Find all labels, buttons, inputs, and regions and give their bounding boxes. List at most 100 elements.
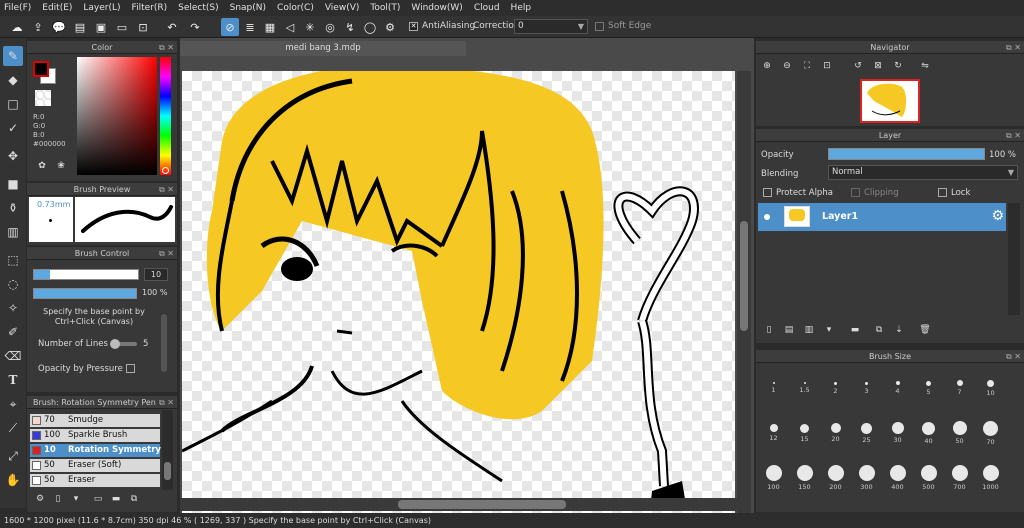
- layer-opacity-slider[interactable]: [828, 148, 985, 160]
- folder-icon[interactable]: ▬: [848, 323, 862, 337]
- menu-color[interactable]: Color(C): [277, 3, 314, 13]
- panel-popout-icon[interactable]: ⧉ ✕: [159, 396, 174, 409]
- foreground-color-swatch[interactable]: [33, 61, 49, 77]
- blending-select[interactable]: Normal ▼: [828, 165, 1018, 180]
- brush-settings-icon[interactable]: ⚙: [33, 492, 47, 506]
- eraser-icon[interactable]: ◆: [3, 70, 23, 90]
- rect-icon[interactable]: □: [3, 94, 23, 114]
- menu-view[interactable]: View(V): [325, 3, 360, 13]
- panel-popout-icon[interactable]: ⧉ ✕: [159, 183, 174, 196]
- undo-icon[interactable]: ↶: [163, 18, 181, 36]
- brush-size-option[interactable]: 200: [822, 458, 849, 498]
- brush-item[interactable]: 100 Sparkle Brush: [30, 429, 160, 442]
- select-icon[interactable]: ⬚: [3, 250, 23, 270]
- layer-scrollbar[interactable]: [1008, 203, 1020, 315]
- delete-layer-icon[interactable]: 🗑: [918, 323, 932, 337]
- brush-size-option[interactable]: 150: [791, 458, 818, 498]
- brush-size-option[interactable]: 400: [884, 458, 911, 498]
- brush-item[interactable]: 70 Smudge: [30, 414, 160, 427]
- grid-snap-icon[interactable]: ▦: [261, 18, 279, 36]
- document-tab[interactable]: medi bang 3.mdp: [180, 41, 466, 56]
- folder-icon[interactable]: ▬: [109, 492, 123, 506]
- brush-size-option[interactable]: 4: [884, 368, 911, 408]
- horizontal-scrollbar[interactable]: [180, 498, 751, 511]
- protect-alpha-checkbox[interactable]: [763, 188, 772, 197]
- brush-size-option[interactable]: 20: [822, 413, 849, 453]
- gradient-icon[interactable]: ▥: [3, 222, 23, 242]
- zoom-in-icon[interactable]: ⊕: [760, 59, 774, 73]
- select-eraser-icon[interactable]: ⌫: [3, 346, 23, 366]
- vertical-scrollbar-thumb[interactable]: [740, 221, 748, 331]
- menu-layer[interactable]: Layer(L): [83, 3, 120, 13]
- navigator-thumbnail[interactable]: [860, 79, 920, 123]
- menu-window[interactable]: Window(W): [411, 3, 462, 13]
- panel-popout-icon[interactable]: ⧉ ✕: [1006, 129, 1021, 142]
- saturation-value-field[interactable]: [77, 57, 157, 175]
- panel-popout-icon[interactable]: ⧉ ✕: [1006, 41, 1021, 54]
- opacity-pressure-checkbox[interactable]: [126, 364, 135, 373]
- brush-list-scrollbar[interactable]: [162, 410, 173, 490]
- lock-checkbox[interactable]: [938, 188, 947, 197]
- brush-opacity-slider[interactable]: [33, 288, 137, 299]
- duplicate-layer-icon[interactable]: ⧉: [872, 323, 886, 337]
- gear-icon[interactable]: ⚙: [381, 18, 399, 36]
- magic-wand-icon[interactable]: ✧: [3, 298, 23, 318]
- cloud-icon[interactable]: ☁: [8, 18, 26, 36]
- zoom-out-icon[interactable]: ⊖: [780, 59, 794, 73]
- fill-icon[interactable]: ■: [3, 174, 23, 194]
- correction-select[interactable]: 0 ▼: [514, 19, 588, 34]
- panel-popout-icon[interactable]: ⧉ ✕: [159, 247, 174, 260]
- brush-list-scrollbar-thumb[interactable]: [164, 462, 171, 480]
- brush-control-scrollbar[interactable]: [161, 314, 167, 372]
- brush-size-option[interactable]: 300: [853, 458, 880, 498]
- brush-item[interactable]: 50 Eraser: [30, 474, 160, 487]
- parallel-snap-icon[interactable]: ≣: [241, 18, 259, 36]
- palette-icon[interactable]: ✿: [35, 159, 49, 173]
- brush-size-option[interactable]: 70: [977, 413, 1004, 453]
- new-halftone-layer-icon[interactable]: ▤: [782, 323, 796, 337]
- menu-snap[interactable]: Snap(N): [230, 3, 266, 13]
- transform-icon[interactable]: ⊡: [134, 18, 152, 36]
- circle-snap-icon[interactable]: ◯: [361, 18, 379, 36]
- pen-icon[interactable]: ✓: [3, 118, 23, 138]
- brush-size-option[interactable]: 50: [946, 413, 973, 453]
- menu-file[interactable]: File(F): [4, 3, 31, 13]
- move-icon[interactable]: ✥: [3, 146, 23, 166]
- new-layer-icon[interactable]: ▯: [762, 323, 776, 337]
- redo-icon[interactable]: ↷: [186, 18, 204, 36]
- lines-slider-handle[interactable]: [110, 339, 120, 349]
- brush-size-option[interactable]: 2: [822, 368, 849, 408]
- rotate-left-icon[interactable]: ↺: [851, 59, 865, 73]
- panel-popout-icon[interactable]: ⧉ ✕: [159, 41, 174, 54]
- panel-popout-icon[interactable]: ⧉ ✕: [1006, 350, 1021, 363]
- text-icon[interactable]: T: [3, 370, 23, 390]
- layer-menu-icon[interactable]: ▾: [822, 323, 836, 337]
- brush-size-option[interactable]: 500: [915, 458, 942, 498]
- menu-filter[interactable]: Filter(R): [132, 3, 168, 13]
- brush-size-option[interactable]: 12: [760, 413, 787, 453]
- menu-select[interactable]: Select(S): [178, 3, 219, 13]
- actual-size-icon[interactable]: ⊡: [820, 59, 834, 73]
- concentric-snap-icon[interactable]: ◎: [321, 18, 339, 36]
- menu-help[interactable]: Help: [511, 3, 532, 13]
- canvas[interactable]: [182, 71, 735, 521]
- fit-icon[interactable]: ⛶: [800, 59, 814, 73]
- eye-icon[interactable]: [764, 214, 770, 220]
- perspective-snap-icon[interactable]: ◁: [281, 18, 299, 36]
- menu-cloud[interactable]: Cloud: [474, 3, 500, 13]
- document-icon[interactable]: ▤: [71, 18, 89, 36]
- brush-size-option[interactable]: 10: [977, 368, 1004, 408]
- copy-brush-icon[interactable]: ▭: [91, 492, 105, 506]
- horizontal-scrollbar-thumb[interactable]: [398, 500, 566, 509]
- vertical-scrollbar[interactable]: [737, 71, 751, 521]
- rotate-right-icon[interactable]: ↻: [891, 59, 905, 73]
- layer-row[interactable]: Layer1 ⚙: [758, 203, 1006, 231]
- save-icon[interactable]: ▣: [92, 18, 110, 36]
- brush-size-slider[interactable]: [33, 269, 139, 280]
- color-wheel-icon[interactable]: ❀: [54, 159, 68, 173]
- lasso-icon[interactable]: ◌: [3, 274, 23, 294]
- brush-item-selected[interactable]: 10 Rotation Symmetry: [30, 444, 161, 457]
- eyedropper-icon[interactable]: ⤢: [3, 446, 23, 466]
- snap-off-icon[interactable]: ⊘: [221, 18, 239, 36]
- brush-size-option[interactable]: 3: [853, 368, 880, 408]
